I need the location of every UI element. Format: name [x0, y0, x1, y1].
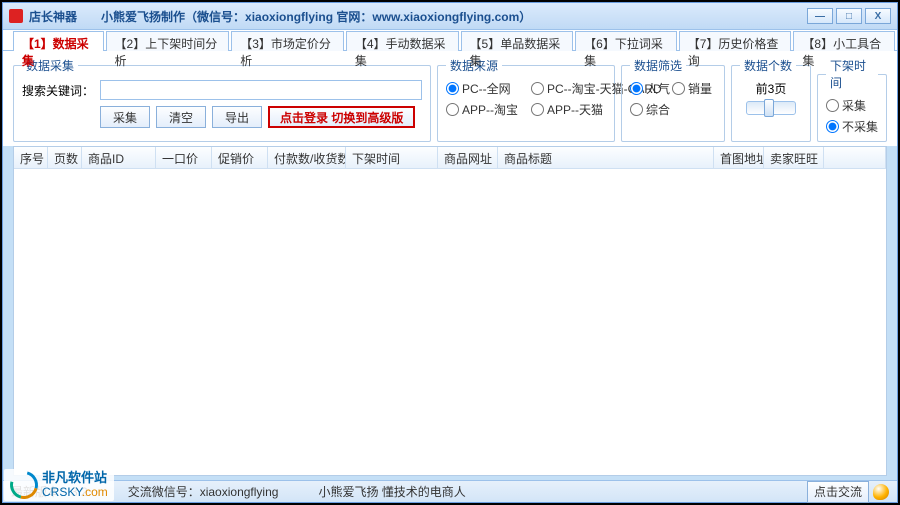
clear-button[interactable]: 清空 [156, 106, 206, 128]
tab-4[interactable]: 【4】手动数据采集 [346, 31, 459, 51]
radio-tm-1[interactable]: 不采集 [826, 118, 878, 135]
tab-7[interactable]: 【7】历史价格查询 [679, 31, 792, 51]
window-subtitle: 小熊爱飞扬制作（微信号：xiaoxiongflying 官网：www.xiaox… [101, 8, 531, 25]
watermark-cn: 非凡软件站 [42, 471, 108, 485]
group-data-filter: 数据筛选 人气销量综合 [621, 57, 725, 142]
tab-3[interactable]: 【3】市场定价分析 [231, 31, 344, 51]
tab-1[interactable]: 【1】数据采集 [13, 31, 104, 51]
tab-5[interactable]: 【5】单品数据采集 [461, 31, 574, 51]
slogan: 小熊爱飞扬 懂技术的电商人 [318, 483, 465, 500]
wechat-info: 交流微信号：xiaoxiongflying [128, 483, 279, 500]
titlebar: 店长神器 小熊爱飞扬制作（微信号：xiaoxiongflying 官网：www.… [3, 3, 897, 29]
grid-col-header[interactable]: 促销价 [212, 147, 268, 168]
grid-col-header[interactable]: 一口价 [156, 147, 212, 168]
grid-col-header[interactable]: 商品网址 [438, 147, 498, 168]
group-legend: 数据个数 [740, 57, 796, 74]
group-legend: 下架时间 [826, 57, 878, 91]
watermark: 非凡软件站 CRSKY.com [4, 469, 114, 501]
page-count-label: 前3页 [756, 80, 787, 97]
radio-flt-2[interactable]: 综合 [630, 101, 668, 118]
grid-body[interactable] [14, 169, 886, 475]
window-title: 店长神器 [29, 8, 77, 25]
export-button[interactable]: 导出 [212, 106, 262, 128]
tabbar: 【1】数据采集【2】上下架时间分析【3】市场定价分析【4】手动数据采集【5】单品… [3, 29, 897, 51]
group-data-collect: 数据采集 搜索关键词： 采集 清空 导出 点击登录 切换到高级版 [13, 57, 431, 142]
page-count-slider[interactable] [746, 101, 796, 115]
grid-header: 序号页数商品ID一口价促销价付款数/收货数下架时间商品网址商品标题首图地址卖家旺… [14, 147, 886, 169]
group-data-source: 数据来源 PC--全网PC--淘宝-天猫-CARDAPP--淘宝APP--天猫 [437, 57, 615, 142]
group-data-count: 数据个数 前3页 [731, 57, 811, 142]
radio-flt-0[interactable]: 人气 [630, 80, 668, 97]
grid-col-spacer [824, 147, 886, 168]
close-button[interactable]: X [865, 8, 891, 24]
maximize-button[interactable]: □ [836, 8, 862, 24]
tab-8[interactable]: 【8】小工具合集 [793, 31, 895, 51]
penguin-icon[interactable] [873, 484, 889, 500]
grid-col-header[interactable]: 卖家旺旺 [764, 147, 824, 168]
group-offshelf-time: 下架时间 采集不采集 [817, 57, 887, 142]
chat-button[interactable]: 点击交流 [807, 481, 869, 503]
grid-col-header[interactable]: 下架时间 [346, 147, 438, 168]
statusbar: 最新版本：3.2 交流微信号：xiaoxiongflying 小熊爱飞扬 懂技术… [3, 480, 897, 502]
minimize-button[interactable]: — [807, 8, 833, 24]
toolbar: 数据采集 搜索关键词： 采集 清空 导出 点击登录 切换到高级版 数据来源 PC… [3, 51, 897, 146]
grid-col-header[interactable]: 付款数/收货数 [268, 147, 346, 168]
tab-2[interactable]: 【2】上下架时间分析 [106, 31, 230, 51]
collect-button[interactable]: 采集 [100, 106, 150, 128]
keyword-label: 搜索关键词： [22, 82, 94, 99]
radio-src-2[interactable]: APP--淘宝 [446, 101, 521, 118]
app-logo-icon [9, 9, 23, 23]
radio-src-0[interactable]: PC--全网 [446, 80, 521, 97]
data-grid: 序号页数商品ID一口价促销价付款数/收货数下架时间商品网址商品标题首图地址卖家旺… [13, 146, 887, 476]
grid-col-header[interactable]: 首图地址 [714, 147, 764, 168]
radio-src-1[interactable]: PC--淘宝-天猫-CARD [531, 80, 606, 97]
group-legend: 数据筛选 [630, 57, 686, 74]
grid-col-header[interactable]: 页数 [48, 147, 82, 168]
watermark-en: CRSKY.com [42, 486, 108, 499]
radio-flt-1[interactable]: 销量 [672, 80, 710, 97]
keyword-input[interactable] [100, 80, 422, 100]
grid-col-header[interactable]: 商品标题 [498, 147, 714, 168]
slider-thumb-icon[interactable] [764, 99, 774, 117]
radio-src-3[interactable]: APP--天猫 [531, 101, 606, 118]
login-upgrade-button[interactable]: 点击登录 切换到高级版 [268, 106, 415, 128]
grid-col-header[interactable]: 序号 [14, 147, 48, 168]
radio-tm-0[interactable]: 采集 [826, 97, 878, 114]
grid-col-header[interactable]: 商品ID [82, 147, 156, 168]
watermark-logo-icon [5, 466, 43, 504]
tab-6[interactable]: 【6】下拉词采集 [575, 31, 677, 51]
